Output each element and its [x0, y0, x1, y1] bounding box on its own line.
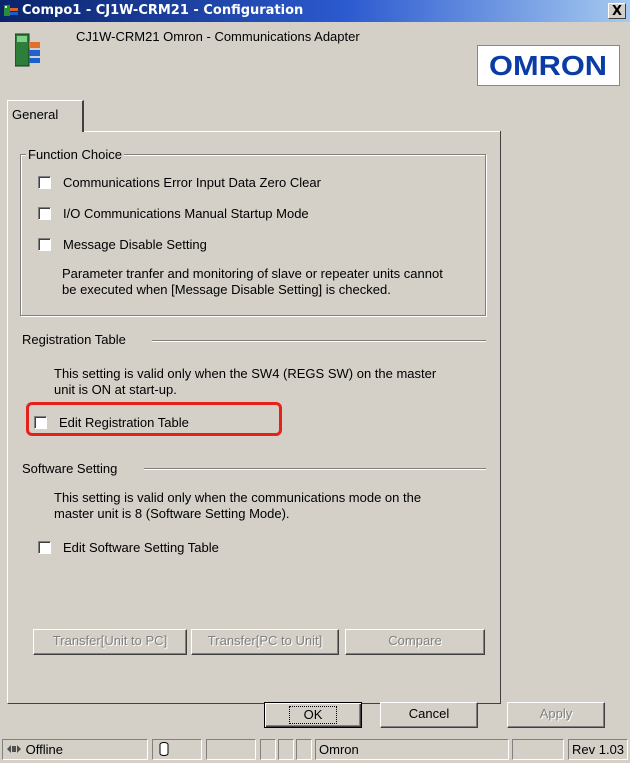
close-button[interactable]: X	[608, 3, 626, 19]
vendor-cell: Omron	[315, 739, 509, 760]
ok-button[interactable]: OK	[264, 702, 362, 728]
connection-status-text: Offline	[25, 742, 63, 757]
status-cell-empty-5	[512, 739, 564, 760]
software-note-2: master unit is 8 (Software Setting Mode)…	[54, 506, 290, 521]
status-bar: Offline Omron Rev 1.03	[0, 736, 630, 763]
message-disable-note-1: Parameter tranfer and monitoring of slav…	[62, 266, 443, 281]
svg-text:OMRON: OMRON	[489, 50, 607, 81]
cancel-button[interactable]: Cancel	[380, 702, 478, 728]
device-icon	[15, 33, 40, 67]
configuration-window: Compo1 - CJ1W-CRM21 - Configuration X CJ…	[0, 0, 630, 763]
revision-text: Rev 1.03	[572, 742, 625, 757]
software-setting-title: Software Setting	[22, 461, 118, 476]
message-disable-note-2: be executed when [Message Disable Settin…	[62, 282, 391, 297]
registration-table-divider	[152, 340, 486, 342]
zero-clear-label: Communications Error Input Data Zero Cle…	[63, 175, 321, 190]
zero-clear-checkbox[interactable]	[38, 176, 51, 189]
window-title: Compo1 - CJ1W-CRM21 - Configuration	[22, 3, 304, 18]
app-icon	[4, 5, 18, 16]
status-cell-empty-3	[278, 739, 294, 760]
edit-software-setting-table-checkbox[interactable]	[38, 541, 51, 554]
offline-icon	[7, 745, 21, 753]
cylinder-icon	[159, 742, 169, 756]
function-choice-title: Function Choice	[26, 147, 124, 162]
compare-button[interactable]: Compare	[345, 629, 485, 655]
apply-button[interactable]: Apply	[507, 702, 605, 728]
registration-note-1: This setting is valid only when the SW4 …	[54, 366, 437, 381]
tab-general[interactable]: General	[7, 100, 84, 132]
software-setting-divider	[144, 468, 486, 470]
registration-note-2: unit is ON at start-up.	[54, 382, 177, 397]
tab-general-label: General	[12, 107, 59, 122]
ok-button-label: OK	[288, 706, 338, 724]
vendor-text: Omron	[319, 742, 359, 757]
connection-status: Offline	[2, 739, 148, 760]
status-cell-empty-4	[296, 739, 312, 760]
revision-cell: Rev 1.03	[568, 739, 628, 760]
title-bar[interactable]: Compo1 - CJ1W-CRM21 - Configuration X	[0, 0, 630, 22]
manual-startup-label: I/O Communications Manual Startup Mode	[63, 206, 309, 221]
transfer-unit-to-pc-button[interactable]: Transfer[Unit to PC]	[33, 629, 187, 655]
edit-software-setting-table-label: Edit Software Setting Table	[63, 540, 219, 555]
annotation-highlight-box	[26, 402, 282, 436]
registration-table-title: Registration Table	[22, 332, 126, 347]
message-disable-checkbox[interactable]	[38, 238, 51, 251]
omron-logo: OMRON	[477, 45, 620, 86]
status-cell-empty-1	[206, 739, 256, 760]
software-note-1: This setting is valid only when the comm…	[54, 490, 422, 505]
device-status-cell	[152, 739, 202, 760]
status-cell-empty-2	[260, 739, 276, 760]
device-title: CJ1W-CRM21 Omron - Communications Adapte…	[76, 29, 360, 44]
manual-startup-checkbox[interactable]	[38, 207, 51, 220]
message-disable-label: Message Disable Setting	[63, 237, 207, 252]
transfer-pc-to-unit-button[interactable]: Transfer[PC to Unit]	[191, 629, 339, 655]
